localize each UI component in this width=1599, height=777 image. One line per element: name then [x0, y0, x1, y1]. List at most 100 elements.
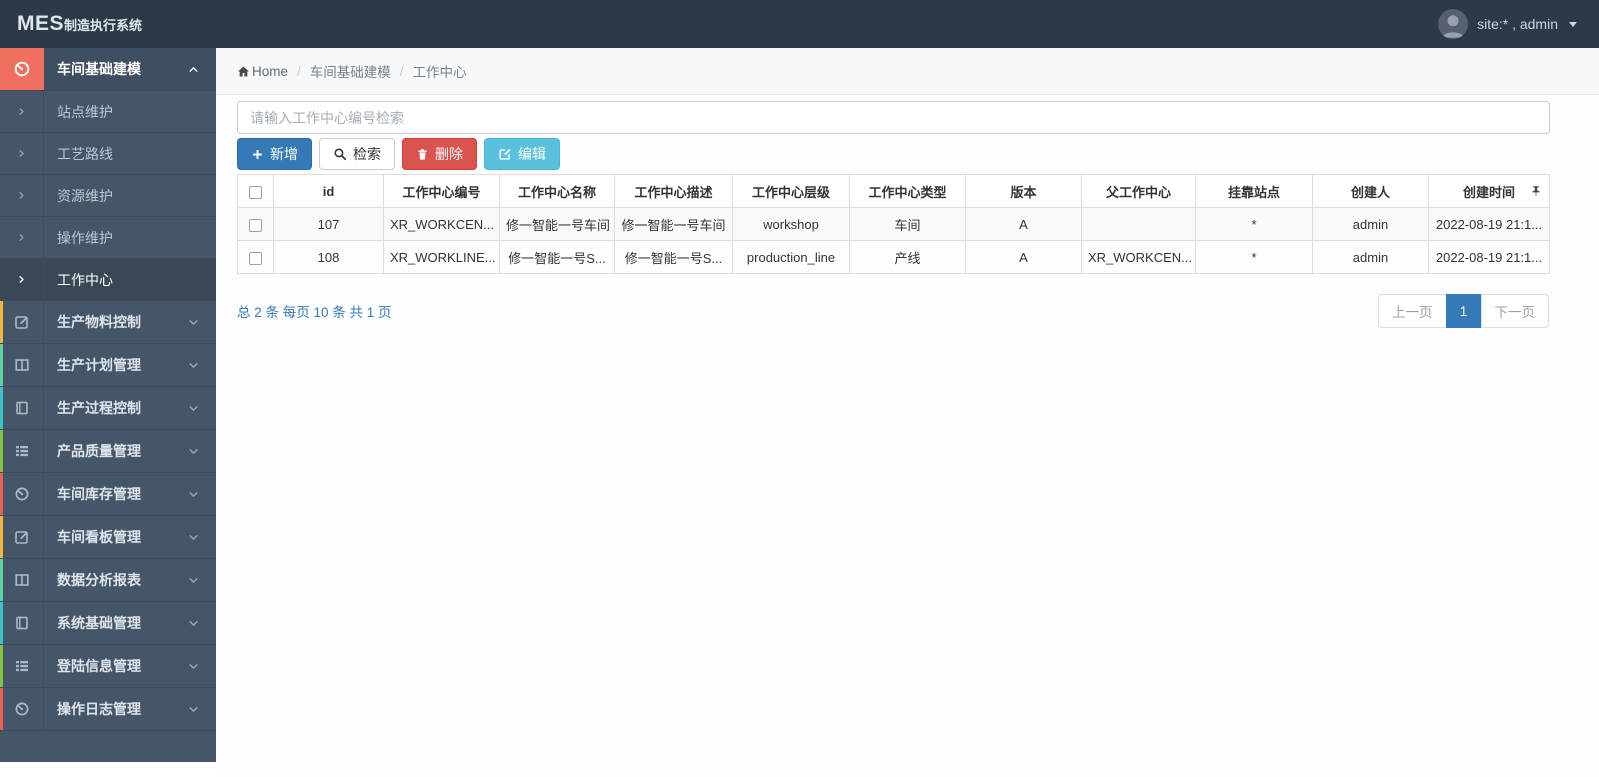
next-page-button[interactable]: 下一页 — [1480, 294, 1549, 328]
sidebar-item-quality-management[interactable]: 产品质量管理 — [0, 430, 216, 473]
chevron-right-icon — [19, 192, 24, 199]
sidebar-subitem-operation-maintenance[interactable]: 操作维护 — [0, 217, 216, 259]
page-1-button[interactable]: 1 — [1445, 294, 1482, 328]
col-header-id: id — [273, 174, 384, 208]
col-header-version: 版本 — [965, 174, 1082, 208]
chevron-down-icon — [189, 491, 198, 497]
columns-icon — [14, 359, 29, 371]
edit-button[interactable]: 编辑 — [484, 138, 560, 170]
columns-icon — [14, 574, 29, 586]
select-all-checkbox[interactable] — [249, 185, 262, 199]
search-icon — [334, 148, 347, 161]
sidebar-subitem-work-center[interactable]: 工作中心 — [0, 259, 216, 301]
col-header-name: 工作中心名称 — [499, 174, 615, 208]
color-strip — [0, 473, 3, 515]
list-icon — [15, 661, 28, 672]
cell-id: 107 — [273, 207, 384, 241]
sidebar-item-inventory-management[interactable]: 车间库存管理 — [0, 473, 216, 516]
sidebar-item-login-info-management[interactable]: 登陆信息管理 — [0, 645, 216, 688]
sidebar-item-kanban-management[interactable]: 车间看板管理 — [0, 516, 216, 559]
cell-code: XR_WORKLINE... — [383, 240, 500, 274]
cell-name: 修一智能一号S... — [499, 240, 615, 274]
color-strip — [0, 602, 3, 644]
sidebar-item-operation-log-management[interactable]: 操作日志管理 — [0, 688, 216, 731]
home-icon — [238, 65, 249, 77]
cell-id: 108 — [273, 240, 384, 274]
chevron-right-icon — [19, 150, 24, 157]
sidebar-item-label: 车间基础建模 — [57, 61, 141, 77]
prev-page-button[interactable]: 上一页 — [1378, 294, 1447, 328]
user-menu[interactable]: site:* , admin — [1438, 9, 1599, 39]
chevron-up-icon — [189, 66, 198, 72]
sidebar-item-label: 生产过程控制 — [57, 400, 141, 416]
person-icon — [1438, 9, 1469, 39]
logo-text-suffix: 制造执行系统 — [64, 18, 143, 33]
chevron-down-icon — [189, 620, 198, 626]
work-center-table: id 工作中心编号 工作中心名称 工作中心描述 工作中心层级 工作中心类型 版本… — [237, 174, 1550, 274]
color-strip — [0, 559, 3, 601]
sidebar-subitem-station-maintenance[interactable]: 站点维护 — [0, 91, 216, 133]
sidebar-subitem-label: 资源维护 — [57, 187, 113, 204]
sidebar-item-data-analysis-reports[interactable]: 数据分析报表 — [0, 559, 216, 602]
table-row: 108 XR_WORKLINE... 修一智能一号S... 修一智能一号S...… — [237, 240, 1550, 274]
pager: 上一页 1 下一页 — [1378, 294, 1549, 328]
cell-code: XR_WORKCEN... — [383, 207, 500, 241]
sidebar-subitem-label: 站点维护 — [57, 103, 113, 120]
sidebar-item-system-management[interactable]: 系统基础管理 — [0, 602, 216, 645]
breadcrumb: Home / 车间基础建模 / 工作中心 — [216, 48, 1599, 95]
color-strip — [0, 344, 3, 386]
chevron-down-icon — [189, 319, 198, 325]
add-button[interactable]: 新增 — [237, 138, 312, 170]
top-navbar: MES 制造执行系统 site:* , admin — [0, 0, 1599, 48]
avatar — [1438, 9, 1469, 39]
toolbar: 新增 检索 删除 编辑 — [237, 138, 1550, 170]
cell-level: workshop — [732, 207, 850, 241]
sidebar-item-label: 生产物料控制 — [57, 314, 141, 330]
sidebar-subitem-resource-maintenance[interactable]: 资源维护 — [0, 175, 216, 217]
cell-parent: XR_WORKCEN... — [1081, 240, 1196, 274]
app-logo: MES 制造执行系统 — [0, 12, 216, 36]
col-header-description: 工作中心描述 — [614, 174, 733, 208]
sidebar-item-process-control[interactable]: 生产过程控制 — [0, 387, 216, 430]
caret-down-icon — [1569, 21, 1577, 27]
sidebar-item-workshop-modeling[interactable]: 车间基础建模 — [0, 48, 216, 91]
color-strip — [0, 688, 3, 730]
color-strip — [0, 301, 3, 343]
pagination-summary: 总 2 条 每页 10 条 共 1 页 — [237, 305, 392, 320]
chevron-down-icon — [189, 362, 198, 368]
pencil-square-icon — [499, 148, 512, 160]
edit-icon — [14, 531, 28, 544]
sidebar-item-material-control[interactable]: 生产物料控制 — [0, 301, 216, 344]
cell-creator: admin — [1312, 240, 1429, 274]
main-content: Home / 车间基础建模 / 工作中心 新增 检索 — [216, 48, 1599, 777]
row-checkbox[interactable] — [249, 251, 262, 265]
sidebar-item-label: 车间库存管理 — [57, 486, 141, 502]
chevron-down-icon — [189, 534, 198, 540]
sidebar-item-label: 车间看板管理 — [57, 529, 141, 545]
cell-created-time: 2022-08-19 21:1... — [1428, 240, 1550, 274]
chevron-right-icon — [19, 108, 24, 115]
breadcrumb-home-link[interactable]: Home — [237, 64, 288, 79]
chevron-down-icon — [189, 706, 198, 712]
col-header-code: 工作中心编号 — [383, 174, 500, 208]
sidebar-item-label: 登陆信息管理 — [57, 658, 141, 674]
pagination: 总 2 条 每页 10 条 共 1 页 上一页 1 下一页 — [237, 294, 1549, 328]
pushpin-icon[interactable] — [1530, 185, 1542, 197]
breadcrumb-section[interactable]: 车间基础建模 — [310, 61, 391, 81]
user-label: site:* , admin — [1477, 16, 1558, 32]
breadcrumb-page: 工作中心 — [412, 65, 467, 80]
sidebar-subitem-label: 操作维护 — [57, 229, 113, 246]
color-strip — [0, 645, 3, 687]
sidebar-subitem-process-route[interactable]: 工艺路线 — [0, 133, 216, 175]
delete-button[interactable]: 删除 — [402, 138, 477, 170]
sidebar-item-plan-management[interactable]: 生产计划管理 — [0, 344, 216, 387]
cell-type: 车间 — [849, 207, 966, 241]
row-checkbox[interactable] — [249, 218, 262, 232]
app-window: MES 制造执行系统 site:* , admin 车间基础建模 站点维护 工艺… — [0, 0, 1599, 777]
cell-created-time: 2022-08-19 21:1... — [1428, 207, 1550, 241]
sidebar: 车间基础建模 站点维护 工艺路线 资源维护 操作维护 工作中心 生产物料控制 生… — [0, 48, 216, 762]
cell-description: 修一智能一号车间 — [614, 207, 733, 241]
col-header-creator: 创建人 — [1312, 174, 1429, 208]
search-input[interactable] — [237, 101, 1550, 134]
search-button[interactable]: 检索 — [319, 138, 395, 170]
